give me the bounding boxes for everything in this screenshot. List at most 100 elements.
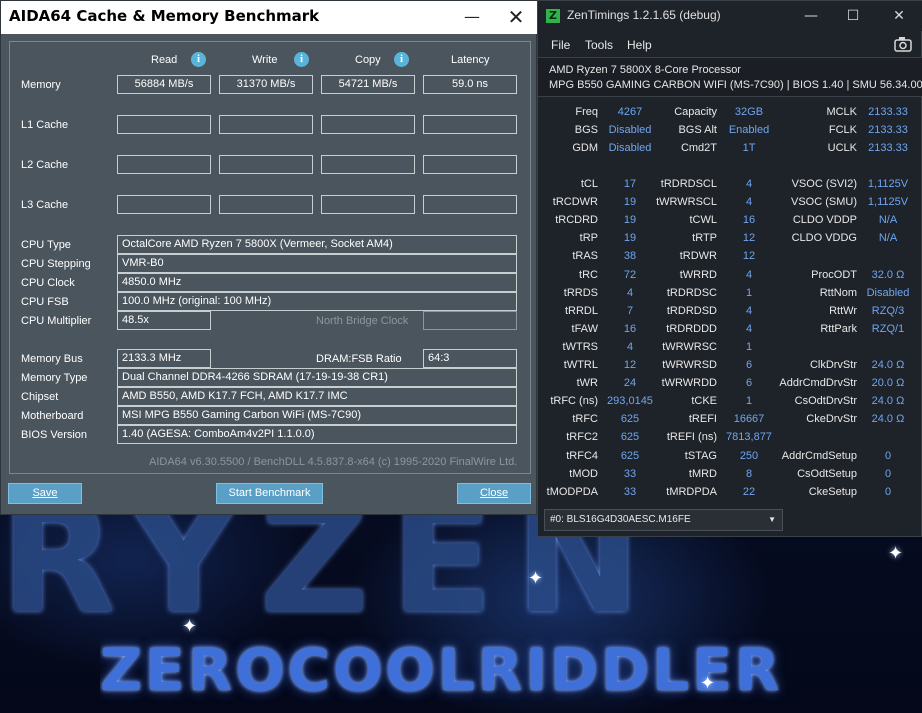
timing-value: 0 [884,467,892,480]
l1-write-value [219,115,313,134]
save-button-label: Save [32,487,58,499]
dram-fsb-label: DRAM:FSB Ratio [316,353,402,365]
cpu-stepping-value: VMR-B0 [117,254,517,273]
camera-icon[interactable] [894,36,912,52]
system-info-panel: AMD Ryzen 7 5800X 8-Core Processor MPG B… [538,57,922,97]
l1-read-value [117,115,211,134]
sparkle-icon: ✦ [888,543,904,564]
cpu-type-label: CPU Type [21,239,71,251]
timing-key: tMOD [569,467,598,480]
timing-key: tWR [576,377,598,390]
row-label: L1 Cache [21,119,69,131]
timing-value: 32.0 Ω [871,268,905,281]
timing-key: tRDRDDD [666,322,717,335]
timing-value: RZQ/1 [871,322,905,335]
dimm-select[interactable]: #0: BLS16G4D30AESC.M16FE ▼ [544,509,783,531]
l2-read-value [117,155,211,174]
timing-key: UCLK [827,142,857,154]
cpu-clock-label: CPU Clock [21,277,75,289]
memory-type-value: Dual Channel DDR4-4266 SDRAM (17-19-19-3… [117,368,517,387]
timing-value: N/A [878,232,898,245]
aida64-window: AIDA64 Cache & Memory Benchmark — ✕ Read… [0,0,538,515]
chipset-label: Chipset [21,391,59,403]
zentimings-window-title: ZenTimings 1.2.1.65 (debug) [567,8,721,22]
timing-key: AddrCmdDrvStr [779,377,857,390]
memory-copy-value: 54721 MB/s [321,75,415,94]
timing-key: MCLK [826,106,857,118]
timing-value: 1,1125V [867,178,909,190]
timing-key: CsOdtDrvStr [794,395,857,408]
timing-key: VSOC (SMU) [791,196,857,209]
timing-value: 7813,877 [726,431,772,444]
timing-key: tRFC4 [566,449,598,462]
read-info-icon[interactable]: i [191,52,206,67]
timing-value: 20.0 Ω [871,377,905,390]
l3-write-value [219,195,313,214]
timing-value: N/A [878,214,898,227]
menu-file[interactable]: File [551,38,570,52]
start-benchmark-button[interactable]: Start Benchmark [216,483,323,504]
timing-key: tRCDWR [552,196,598,209]
copy-header: Copy [355,54,381,66]
timing-key: tCKE [691,395,717,408]
timing-value: 2133.33 [868,124,908,136]
timing-value: 0 [884,449,892,462]
timing-key: tSTAG [684,449,717,462]
timing-value: 0 [884,485,892,498]
timing-key: Capacity [674,106,717,118]
timing-key: tRCDRD [555,214,598,227]
l2-copy-value [321,155,415,174]
sparkle-icon: ✦ [528,568,544,589]
timing-value: RZQ/3 [871,304,905,317]
cpu-clock-value: 4850.0 MHz [117,273,517,292]
zentimings-title-bar[interactable]: Z ZenTimings 1.2.1.65 (debug) — ☐ ✕ [538,1,922,31]
timing-key: tREFI [688,413,717,426]
chevron-down-icon: ▼ [768,515,776,524]
board-info: MPG B550 GAMING CARBON WIFI (MS-7C90) | … [549,79,922,91]
l2-latency-value [423,155,517,174]
timing-value: 12 [742,250,756,263]
timing-key: BGS [574,124,598,136]
close-icon[interactable]: ✕ [888,5,910,27]
l2-write-value [219,155,313,174]
timing-key: tRTP [692,232,717,245]
timing-key: Cmd2T [680,142,717,154]
timing-key: tRAS [572,250,598,263]
read-header: Read [151,54,178,66]
save-button[interactable]: Save [8,483,82,504]
minimize-icon[interactable]: — [800,5,822,27]
timing-key: tMRD [688,467,717,480]
copy-info-icon[interactable]: i [394,52,409,67]
bios-version-label: BIOS Version [21,429,88,441]
memory-bus-label: Memory Bus [21,353,83,365]
close-icon[interactable]: ✕ [504,5,528,29]
write-info-icon[interactable]: i [294,52,309,67]
timing-key: tRRDL [564,304,598,317]
motherboard-value: MSI MPG B550 Gaming Carbon WiFi (MS-7C90… [117,406,517,425]
l1-copy-value [321,115,415,134]
menu-help[interactable]: Help [627,38,652,52]
memory-write-value: 31370 MB/s [219,75,313,94]
timing-value: 1,1125V [867,196,909,209]
timing-key: RttWr [829,304,857,317]
zentimings-logo-icon: Z [546,9,560,23]
cpu-name: AMD Ryzen 7 5800X 8-Core Processor [549,64,741,76]
minimize-icon[interactable]: — [460,5,484,29]
north-bridge-clock-label: North Bridge Clock [316,315,409,327]
write-header: Write [252,54,278,66]
timing-key: tRP [579,232,598,245]
maximize-icon[interactable]: ☐ [842,5,864,27]
row-label: L3 Cache [21,199,69,211]
menu-tools[interactable]: Tools [585,38,613,52]
dimm-select-value: #0: BLS16G4D30AESC.M16FE [550,514,691,525]
timing-key: tRC [579,268,598,281]
aida64-title-bar[interactable]: AIDA64 Cache & Memory Benchmark — ✕ [1,1,538,34]
sparkle-icon: ✦ [182,616,198,637]
timing-key: VSOC (SVI2) [791,178,857,190]
timing-key: RttNom [819,286,857,299]
timing-value: Disabled [866,286,910,299]
memory-latency-value: 59.0 ns [423,75,517,94]
timing-key: tRFC2 [566,431,598,444]
row-label: L2 Cache [21,159,69,171]
l3-read-value [117,195,211,214]
